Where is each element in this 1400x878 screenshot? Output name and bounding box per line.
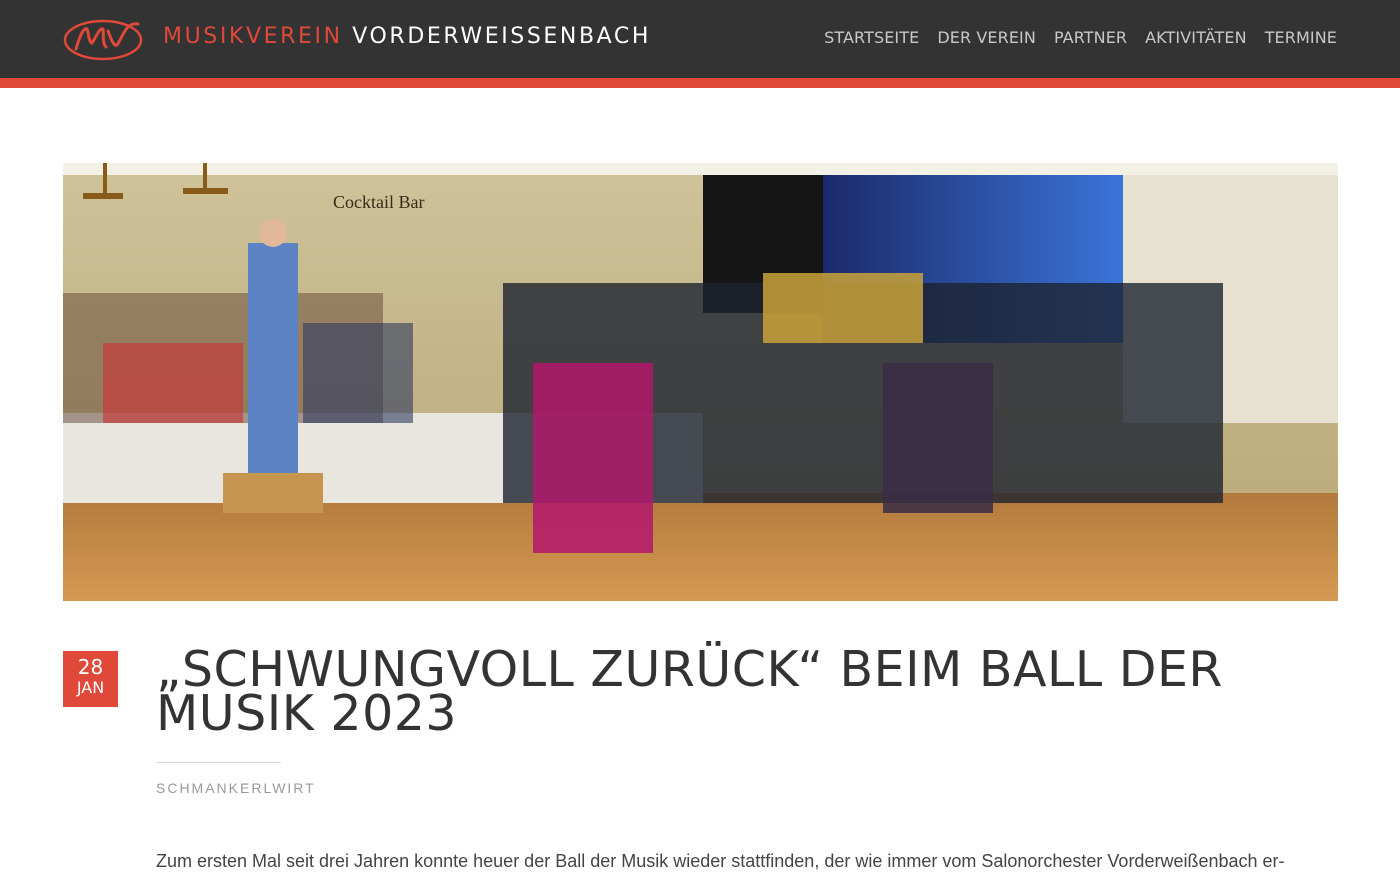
hero-photo-illustration: Cocktail Bar (63, 163, 1338, 601)
post-date-month: JAN (76, 678, 105, 697)
hero-sign-text: Cocktail Bar (333, 192, 424, 212)
post-body-paragraph: Zum ersten Mal seit drei Jahren konnte h… (156, 851, 1285, 871)
post-category-link[interactable]: SCHMANKERLWIRT (156, 780, 316, 796)
brand-second: VORDERWEISSENBACH (352, 24, 652, 49)
brand-first: MUSIKVEREIN (163, 24, 343, 49)
header-accent-bar (0, 78, 1400, 88)
title-divider (156, 762, 281, 763)
post-date-badge: 28 JAN (63, 651, 118, 707)
nav-termine[interactable]: TERMINE (1265, 28, 1337, 47)
nav-startseite[interactable]: STARTSEITE (824, 28, 919, 47)
mv-logo-icon[interactable]: MV (62, 15, 144, 63)
site-brand[interactable]: MUSIKVEREIN VORDERWEISSENBACH (163, 24, 651, 49)
main-nav: STARTSEITE DER VEREIN PARTNER AKTIVITÄTE… (824, 28, 1337, 47)
nav-partner[interactable]: PARTNER (1054, 28, 1127, 47)
post-title: „SCHWUNGVOLL ZURÜCK“ BEIM BALL DER MUSIK… (156, 641, 1223, 742)
nav-aktivitaeten[interactable]: AKTIVITÄTEN (1145, 28, 1247, 47)
hero-photo: Cocktail Bar (63, 163, 1338, 601)
site-header: MV MUSIKVEREIN VORDERWEISSENBACH STARTSE… (0, 0, 1400, 78)
nav-der-verein[interactable]: DER VEREIN (937, 28, 1036, 47)
post-date-day: 28 (77, 655, 104, 679)
